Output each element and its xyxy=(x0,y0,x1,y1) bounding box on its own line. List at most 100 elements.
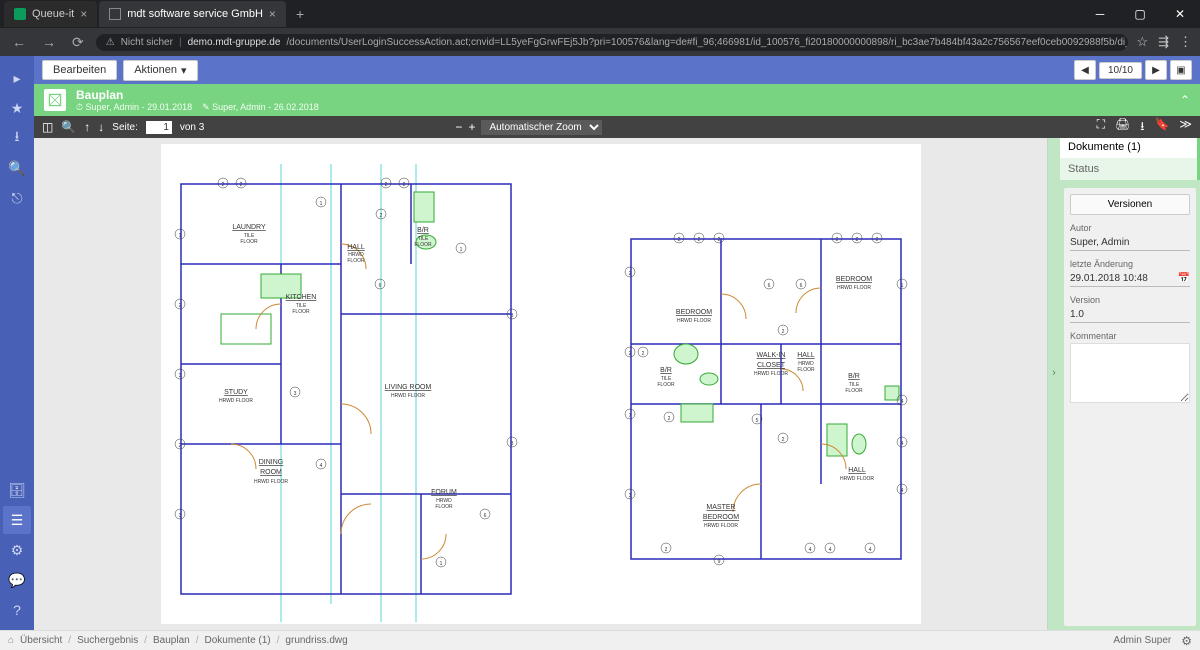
svg-text:B/R: B/R xyxy=(417,227,429,234)
pager-aux-button[interactable]: ▣ xyxy=(1170,60,1192,80)
svg-text:1: 1 xyxy=(900,283,903,289)
download-icon[interactable]: ⭳ xyxy=(1140,117,1144,138)
reload-button[interactable]: ⟳ xyxy=(68,34,88,51)
page-input[interactable] xyxy=(146,121,172,134)
address-bar: ← → ⟳ ⚠ Nicht sicher | demo.mdt-gruppe.d… xyxy=(0,28,1200,56)
crumb[interactable]: grundriss.dwg xyxy=(285,635,347,646)
close-window-button[interactable]: ✕ xyxy=(1160,0,1200,28)
version-label: Version xyxy=(1070,295,1190,305)
crumb[interactable]: Suchergebnis xyxy=(77,635,138,646)
svg-text:CLOSET: CLOSET xyxy=(756,362,785,369)
rpanel-expand-button[interactable]: › xyxy=(1048,116,1060,630)
svg-text:WALK-IN: WALK-IN xyxy=(756,352,785,359)
menu-icon[interactable]: ⋮ xyxy=(1179,34,1192,50)
next-page-button[interactable]: ▶ xyxy=(1145,60,1167,80)
svg-text:STUDY: STUDY xyxy=(224,389,248,396)
svg-text:6: 6 xyxy=(767,283,770,289)
search-icon[interactable]: 🔍 xyxy=(3,154,31,182)
actions-dropdown[interactable]: Aktionen ▾ xyxy=(123,60,197,81)
svg-text:1: 1 xyxy=(178,233,181,239)
crumb[interactable]: Bauplan xyxy=(153,635,190,646)
list-icon[interactable]: ☰ xyxy=(3,506,31,534)
current-user: Admin Super xyxy=(1113,635,1171,646)
home-icon[interactable]: ⌂ xyxy=(8,635,14,646)
svg-text:LIVING ROOM: LIVING ROOM xyxy=(384,384,431,391)
svg-text:HRWD FLOOR: HRWD FLOOR xyxy=(839,476,873,482)
gear-icon[interactable]: ⚙ xyxy=(3,536,31,564)
print-icon[interactable]: 🖨 xyxy=(1115,117,1130,138)
minimize-button[interactable]: ─ xyxy=(1080,0,1120,28)
close-icon[interactable]: × xyxy=(269,7,276,21)
svg-text:HRWD FLOOR: HRWD FLOOR xyxy=(253,479,287,485)
tab-queueit[interactable]: Queue-it × xyxy=(4,1,97,27)
gear-icon[interactable]: ⚙ xyxy=(1181,634,1192,648)
help-icon[interactable]: ? xyxy=(3,596,31,624)
chat-icon[interactable]: 💬 xyxy=(3,566,31,594)
collapse-button[interactable]: ⌃ xyxy=(1180,93,1190,107)
svg-text:HRWD FLOOR: HRWD FLOOR xyxy=(676,318,710,324)
more-icon[interactable]: ≫ xyxy=(1179,117,1192,138)
back-button[interactable]: ← xyxy=(8,34,30,50)
svg-text:2: 2 xyxy=(384,182,387,188)
svg-text:9: 9 xyxy=(717,559,720,565)
pdf-canvas[interactable]: LAUNDRY TILE FLOOR B/R TILE FLOOR HALL H… xyxy=(34,138,1048,630)
star-icon[interactable]: ☆ xyxy=(1136,34,1148,50)
calendar-icon[interactable]: 📅 xyxy=(1178,273,1190,284)
prev-page-button[interactable]: ◀ xyxy=(1074,60,1096,80)
svg-text:2: 2 xyxy=(379,213,382,219)
tab-label: Queue-it xyxy=(32,8,74,20)
svg-text:2: 2 xyxy=(221,182,224,188)
fullscreen-icon[interactable]: ⛶ xyxy=(1097,117,1105,138)
svg-text:3: 3 xyxy=(510,441,513,447)
page-count: 10/10 xyxy=(1099,62,1142,79)
logout-icon[interactable]: ⎋ xyxy=(3,184,31,212)
maximize-button[interactable]: ▢ xyxy=(1120,0,1160,28)
svg-text:4: 4 xyxy=(828,547,831,553)
svg-text:2: 2 xyxy=(178,303,181,309)
chevron-down-icon: ▾ xyxy=(181,64,187,77)
action-strip: Bearbeiten Aktionen ▾ ◀ 10/10 ▶ ▣ xyxy=(34,56,1200,84)
zoom-in-button[interactable]: + xyxy=(468,120,475,134)
svg-text:FLOOR: FLOOR xyxy=(797,367,815,373)
svg-text:LAUNDRY: LAUNDRY xyxy=(232,224,266,231)
svg-text:HALL: HALL xyxy=(797,352,815,359)
rpanel-status-item[interactable]: Status xyxy=(1060,158,1200,180)
crumb[interactable]: Dokumente (1) xyxy=(205,635,271,646)
close-icon[interactable]: × xyxy=(80,7,87,21)
rail-toggle-icon[interactable]: ▸ xyxy=(3,64,31,92)
crumb[interactable]: Übersicht xyxy=(20,635,62,646)
edit-button[interactable]: Bearbeiten xyxy=(42,60,117,80)
svg-text:HRWD FLOOR: HRWD FLOOR xyxy=(703,523,737,529)
forward-button[interactable]: → xyxy=(38,34,60,50)
doc-title: Bauplan xyxy=(76,88,319,102)
sidebar-toggle-icon[interactable]: ◫ xyxy=(42,120,53,134)
svg-text:3: 3 xyxy=(510,313,513,319)
download-icon[interactable]: ⭳ xyxy=(3,124,31,152)
svg-text:4: 4 xyxy=(900,441,903,447)
browser-chrome: Queue-it × mdt software service GmbH × +… xyxy=(0,0,1200,56)
svg-text:B/R: B/R xyxy=(848,373,860,380)
rpanel-docs-item[interactable]: Dokumente (1) xyxy=(1060,136,1200,158)
svg-text:B/R: B/R xyxy=(660,367,672,374)
versions-button[interactable]: Versionen xyxy=(1070,194,1190,215)
author-field: Super, Admin xyxy=(1070,235,1190,251)
zoom-select[interactable]: Automatischer Zoom xyxy=(481,120,602,135)
svg-text:1: 1 xyxy=(459,247,462,253)
tab-mdt[interactable]: mdt software service GmbH × xyxy=(99,1,286,27)
svg-text:MASTER: MASTER xyxy=(706,504,735,511)
page-up-icon[interactable]: ↑ xyxy=(84,120,90,134)
new-tab-button[interactable]: + xyxy=(288,6,312,22)
url-input[interactable]: ⚠ Nicht sicher | demo.mdt-gruppe.de/docu… xyxy=(96,34,1129,51)
find-icon[interactable]: 🔍 xyxy=(61,120,76,134)
comment-field[interactable] xyxy=(1070,343,1190,403)
svg-text:ROOM: ROOM xyxy=(260,469,282,476)
modified-field[interactable]: 29.01.2018 10:48📅 xyxy=(1070,271,1190,287)
svg-text:FLOOR: FLOOR xyxy=(845,388,863,394)
zoom-out-button[interactable]: − xyxy=(455,120,462,134)
extensions-icon[interactable]: ⇶ xyxy=(1158,34,1169,50)
star-icon[interactable]: ★ xyxy=(3,94,31,122)
main: LAUNDRY TILE FLOOR B/R TILE FLOOR HALL H… xyxy=(34,116,1200,630)
page-down-icon[interactable]: ↓ xyxy=(98,120,104,134)
bookmark-icon[interactable]: 🔖 xyxy=(1154,117,1169,138)
briefcase-icon[interactable]: 🗄 xyxy=(3,476,31,504)
